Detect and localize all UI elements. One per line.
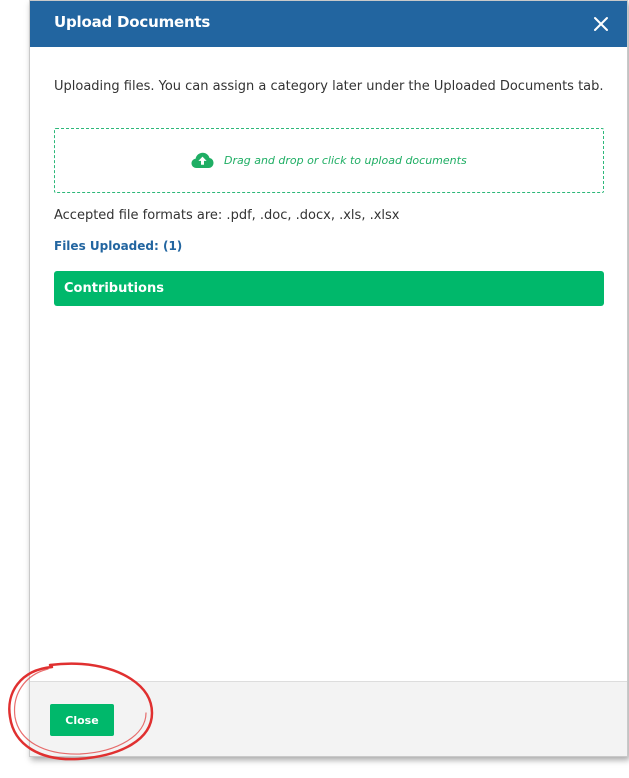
close-icon[interactable] [589,12,613,36]
files-uploaded-heading: Files Uploaded: (1) [54,239,183,253]
intro-text: Uploading files. You can assign a catego… [54,79,604,94]
upload-documents-dialog: Upload Documents Uploading files. You ca… [29,0,628,757]
dropzone-label: Drag and drop or click to upload documen… [224,154,467,167]
upload-dropzone[interactable]: Drag and drop or click to upload documen… [54,128,604,193]
dialog-body: Uploading files. You can assign a catego… [54,79,604,306]
dialog-header: Upload Documents [30,1,627,47]
uploaded-file-item[interactable]: Contributions [54,271,604,306]
cloud-upload-icon [191,152,214,169]
close-button[interactable]: Close [50,704,114,736]
dropzone-content: Drag and drop or click to upload documen… [191,152,467,169]
dialog-footer: Close [30,681,627,756]
accepted-formats-text: Accepted file formats are: .pdf, .doc, .… [54,208,400,223]
dialog-title: Upload Documents [54,13,211,31]
